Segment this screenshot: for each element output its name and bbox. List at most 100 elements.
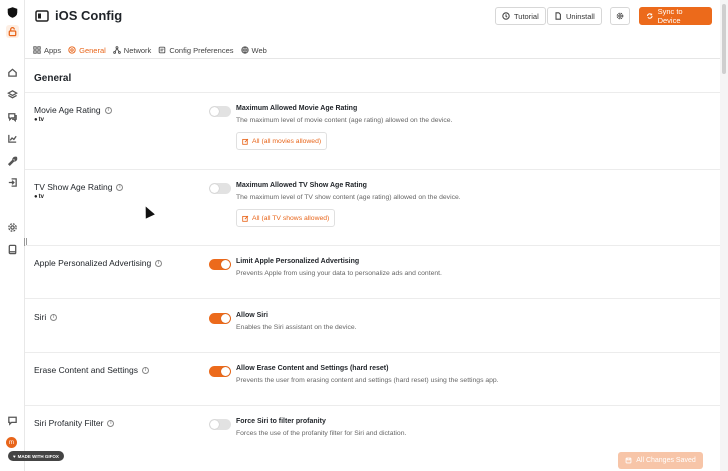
page-header: iOS Config Tutorial Uninstall Sync to De… [25,0,728,34]
avatar[interactable]: m [6,437,17,448]
info-icon[interactable]: i [50,313,58,321]
setting-label: Apple Personalized Advertising i [34,258,163,268]
platform-label: tv [38,117,44,123]
all-changes-saved-button[interactable]: All Changes Saved [618,452,703,469]
edit-icon [242,215,249,222]
saved-label: All Changes Saved [636,457,696,464]
layers-icon[interactable] [6,88,19,101]
setting-label-text: Movie Age Rating [34,105,101,115]
home-icon[interactable] [6,66,19,79]
heart-icon: ♥ [13,453,16,459]
tab-network[interactable]: Network [112,43,152,57]
gear-icon[interactable] [6,221,19,234]
select-value: All (all TV shows allowed) [252,214,330,222]
setting-label-text: TV Show Age Rating [34,182,113,192]
wrench-icon[interactable] [6,154,19,167]
toggle-switch[interactable] [209,106,231,117]
option-description: The maximum level of movie content (age … [236,117,453,124]
divider [25,352,720,353]
setting-label-text: Apple Personalized Advertising [34,258,152,268]
divider [25,245,720,246]
toggle-switch[interactable] [209,183,231,194]
help-circle-icon [502,12,510,20]
sync-icon [647,13,653,19]
tutorial-button[interactable]: Tutorial [495,7,546,25]
tab-divider [25,58,720,59]
made-with-badge: ♥ MADE WITH GIFOX [8,451,64,461]
option-title: Allow Erase Content and Settings (hard r… [236,365,389,372]
toggle-switch[interactable] [209,259,231,270]
setting-label-text: Erase Content and Settings [34,365,138,375]
chat-icon[interactable] [6,110,19,123]
toggle-switch[interactable] [209,366,231,377]
left-rail: m [0,0,25,471]
divider [25,92,720,93]
option-description: Enables the Siri assistant on the device… [236,324,357,331]
tab-label: Network [123,45,152,55]
divider [25,298,720,299]
setting-label: Siri Profanity Filter i [34,418,115,428]
book-icon[interactable] [6,243,19,256]
save-icon [625,457,632,464]
option-title: Maximum Allowed TV Show Age Rating [236,182,367,189]
document-icon [555,12,561,20]
option-description: Prevents the user from erasing content a… [236,377,499,384]
tab-web[interactable]: Web [240,43,267,57]
uninstall-button[interactable]: Uninstall [547,7,602,25]
scrollbar-thumb[interactable] [722,4,726,74]
mouse-cursor [141,204,155,219]
tab-config-preferences[interactable]: Config Preferences [158,43,234,57]
app-window: m iOS Config Tutorial Uninstall Sync to … [0,0,728,471]
setting-label-text: Siri [34,312,47,322]
info-icon[interactable]: i [104,106,112,114]
tab-label: Config Preferences [169,45,234,55]
sync-label: Sync to Device [657,7,683,25]
tab-label: General [79,45,106,55]
tab-apps[interactable]: Apps [33,43,61,57]
gear-icon [616,12,624,20]
tab-general[interactable]: General [68,43,106,59]
setting-label-text: Siri Profanity Filter [34,418,104,428]
globe-icon [240,46,249,54]
rating-select-button[interactable]: All (all movies allowed) [236,132,328,150]
option-title: Force Siri to filter profanity [236,418,326,425]
tab-label: Web [251,45,267,55]
page-title-text: iOS Config [55,8,123,23]
option-description: Prevents Apple from using your data to p… [236,270,442,277]
info-icon[interactable]: i [116,183,124,191]
vertical-scrollbar[interactable] [720,0,728,471]
info-icon[interactable]: i [141,366,149,374]
toggle-switch[interactable] [209,313,231,324]
setting-label: TV Show Age Rating i [34,182,124,192]
lock-icon[interactable] [6,25,19,38]
info-icon[interactable]: i [155,259,163,267]
login-icon[interactable] [6,176,19,189]
option-title: Allow Siri [236,312,268,319]
edit-icon [242,138,249,145]
grid-icon [33,46,41,54]
apple-logo-icon: ● [34,194,38,200]
select-value: All (all movies allowed) [252,137,322,145]
target-icon [68,46,76,54]
toggle-switch[interactable] [209,419,231,430]
divider [25,405,720,406]
section-title: General [34,73,72,84]
option-description: The maximum level of TV show content (ag… [236,194,461,201]
settings-button[interactable] [610,7,630,25]
option-title: Limit Apple Personalized Advertising [236,258,360,265]
shield-logo-icon[interactable] [6,6,19,19]
info-icon[interactable]: i [107,419,115,427]
message-icon[interactable] [6,414,19,427]
apple-logo-icon: ● [34,117,38,123]
option-description: Forces the use of the profanity filter f… [236,430,407,437]
sync-to-device-button[interactable]: Sync to Device [639,7,712,25]
setting-label: Erase Content and Settings i [34,365,149,375]
uninstall-label: Uninstall [566,11,595,21]
tutorial-label: Tutorial [514,11,539,21]
chart-icon[interactable] [6,132,19,145]
platform-label: tv [38,194,44,200]
tab-label: Apps [44,45,62,55]
avatar-initial: m [9,439,14,446]
rating-select-button[interactable]: All (all TV shows allowed) [236,209,336,227]
config-icon [159,46,166,54]
